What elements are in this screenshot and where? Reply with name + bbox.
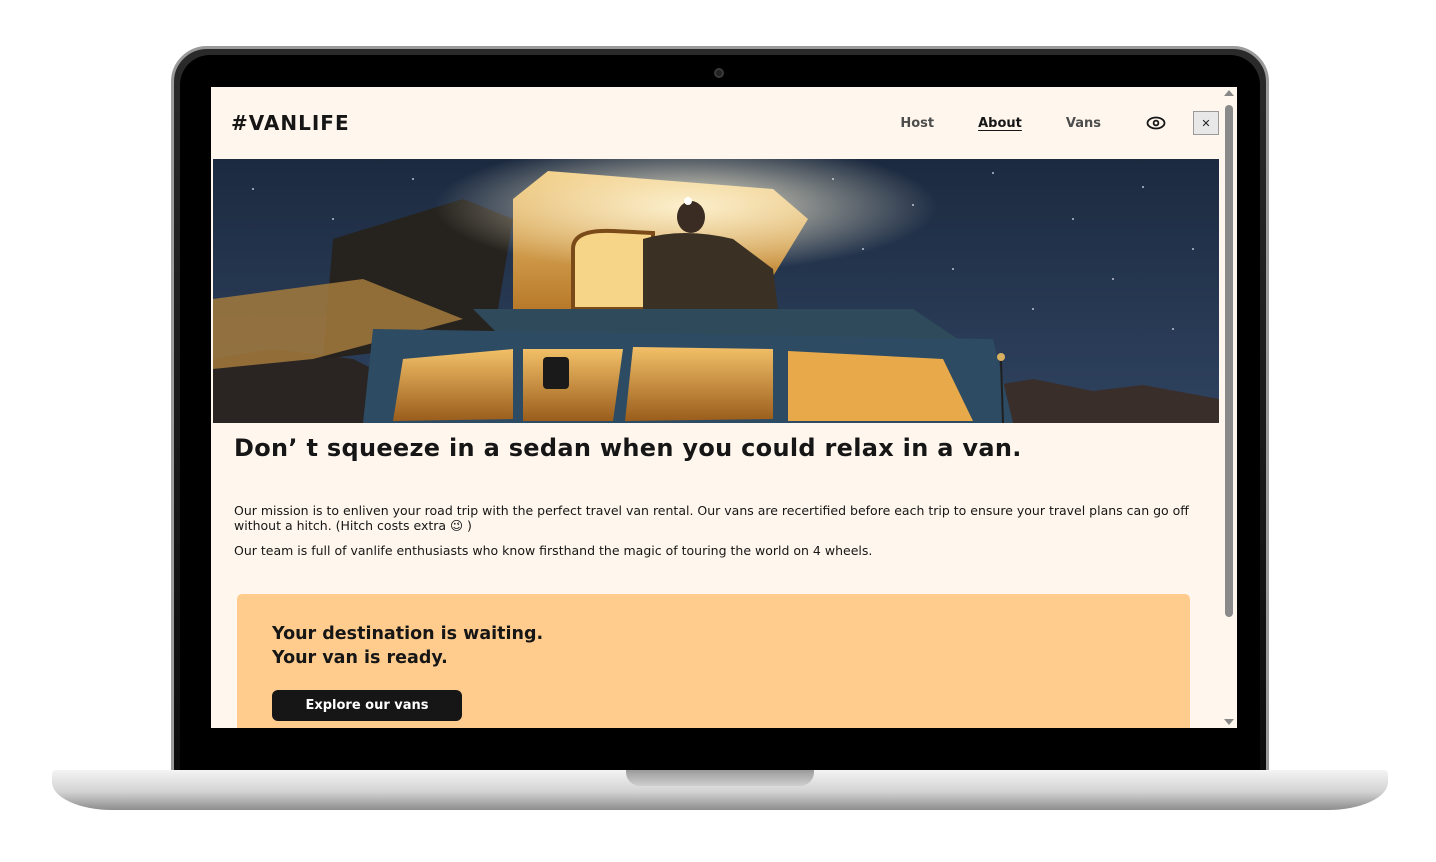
cta-card: Your destination is waiting. Your van is… [237, 594, 1190, 728]
scroll-up-arrow-icon[interactable] [1224, 90, 1234, 96]
nav-link-host[interactable]: Host [900, 116, 934, 131]
scroll-down-arrow-icon[interactable] [1224, 719, 1234, 725]
cta-line-2: Your van is ready. [272, 648, 448, 668]
explore-vans-button[interactable]: Explore our vans [272, 690, 462, 721]
scrollbar-thumb[interactable] [1225, 105, 1233, 617]
about-heading: Don’ t squeeze in a sedan when you could… [234, 434, 1022, 462]
site-logo[interactable]: #VANLIFE [231, 111, 350, 135]
nav-link-about[interactable]: About [978, 116, 1022, 131]
webcam-icon [714, 68, 724, 78]
hero-image [213, 159, 1219, 423]
cta-line-1: Your destination is waiting. [272, 624, 544, 644]
user-circle-icon[interactable] [1145, 112, 1167, 134]
browser-viewport: #VANLIFE Host About Vans ✕ Don’ t squeez… [211, 87, 1237, 728]
close-icon[interactable]: ✕ [1193, 111, 1219, 135]
laptop-notch [626, 770, 814, 786]
team-paragraph: Our team is full of vanlife enthusiasts … [234, 543, 873, 558]
main-nav: Host About Vans ✕ [900, 87, 1219, 159]
cta-title: Your destination is waiting. Your van is… [272, 622, 543, 670]
mission-paragraph: Our mission is to enliven your road trip… [234, 503, 1189, 533]
nav-link-vans[interactable]: Vans [1066, 116, 1101, 131]
site-header: #VANLIFE Host About Vans ✕ [211, 87, 1219, 159]
scrollbar[interactable] [1221, 87, 1237, 728]
